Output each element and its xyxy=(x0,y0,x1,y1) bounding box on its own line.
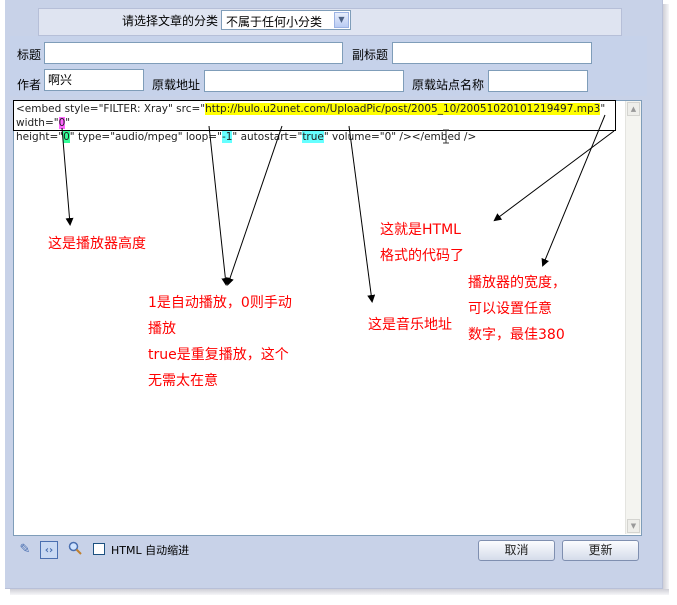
arrow-html xyxy=(493,130,615,222)
annotation-height: 这是播放器高度 xyxy=(48,231,146,257)
annotation-html-line1: 这就是HTML xyxy=(380,222,461,238)
pencil-icon[interactable]: ✎ xyxy=(16,541,34,559)
annotation-width-line3: 数字，最佳380 xyxy=(468,327,565,343)
arrow-width xyxy=(541,114,606,267)
annotation-autoplay-line2: 播放 xyxy=(148,321,176,337)
annotation-width: 播放器的宽度， 可以设置任意 数字，最佳380 xyxy=(468,270,566,348)
arrow-height xyxy=(61,127,74,226)
annotation-autoplay: 1是自动播放，0则手动 播放 true是重复播放，这个 无需太在意 xyxy=(148,290,292,394)
auto-indent-checkbox[interactable] xyxy=(93,543,105,555)
cancel-button[interactable]: 取消 xyxy=(478,540,555,561)
annotation-autoplay-line3: true是重复播放，这个 xyxy=(148,347,289,363)
annotation-width-line1: 播放器的宽度， xyxy=(468,275,566,291)
annotation-html: 这就是HTML 格式的代码了 xyxy=(380,217,464,269)
code-view-icon[interactable]: ‹› xyxy=(40,541,58,559)
annotation-arrows xyxy=(61,114,615,303)
arrow-loop xyxy=(208,125,230,286)
text-cursor-icon xyxy=(443,129,449,144)
auto-indent-label: HTML 自动缩进 xyxy=(111,544,190,557)
annotation-height-text: 这是播放器高度 xyxy=(48,236,146,252)
annotation-autoplay-line1: 1是自动播放，0则手动 xyxy=(148,295,292,311)
arrow-autostart xyxy=(226,125,283,286)
annotation-autoplay-line4: 无需太在意 xyxy=(148,373,218,389)
magnifier-icon[interactable] xyxy=(66,541,84,559)
annotation-music-text: 这是音乐地址 xyxy=(368,317,452,333)
arrow-src xyxy=(348,125,376,303)
annotation-music: 这是音乐地址 xyxy=(368,312,452,338)
annotation-html-line2: 格式的代码了 xyxy=(380,248,464,264)
update-button[interactable]: 更新 xyxy=(562,540,639,561)
annotation-width-line2: 可以设置任意 xyxy=(468,301,552,317)
